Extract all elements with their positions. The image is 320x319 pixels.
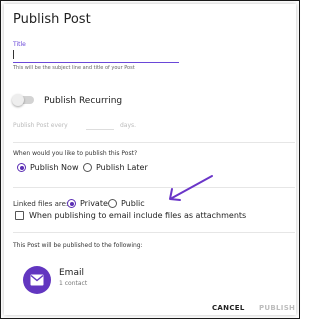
title-helper-text: This will be the subject line and title … [13,65,135,71]
annotation-arrow-icon [169,175,213,201]
public-radio[interactable] [108,199,117,208]
linked-public-option[interactable]: Public [108,199,145,208]
publish-now-label: Publish Now [30,163,79,172]
private-radio[interactable] [67,199,76,208]
divider [13,232,295,233]
private-label: Private [80,199,108,208]
email-channel-avatar [23,266,51,294]
text-caret [13,50,14,59]
cancel-button[interactable]: CANCEL [212,304,245,312]
toggle-knob[interactable] [12,94,24,106]
email-channel-count: 1 contact [59,280,88,287]
divider [13,187,295,188]
publish-recurring-label: Publish Recurring [44,96,123,106]
publish-later-radio[interactable] [83,163,92,172]
publish-later-option[interactable]: Publish Later [83,163,148,172]
days-label: days. [120,122,137,129]
envelope-icon [30,274,44,286]
title-input-underline [13,62,179,63]
publish-every-label: Publish Post every [13,122,68,129]
audience-label: This Post will be published to the follo… [13,242,143,249]
linked-files-label: Linked files are: [13,200,69,208]
screenshot-frame: Publish Post Title This will be the subj… [0,0,300,319]
publish-button[interactable]: PUBLISH [259,304,295,312]
title-input[interactable] [16,50,176,60]
publish-now-radio[interactable] [17,163,26,172]
linked-private-option[interactable]: Private [67,199,108,208]
dialog-title: Publish Post [13,12,91,27]
publish-recurring-toggle[interactable] [12,94,34,106]
title-field-label: Title [13,41,26,48]
public-label: Public [121,199,145,208]
include-attachments-checkbox[interactable] [15,211,24,220]
divider [13,142,295,143]
email-channel-name: Email [59,268,84,278]
publish-later-label: Publish Later [96,163,148,172]
include-attachments-label: When publishing to email include files a… [29,211,247,220]
publish-every-days-input[interactable] [86,120,114,130]
schedule-question: When would you like to publish this Post… [13,150,138,157]
publish-post-dialog: Publish Post Title This will be the subj… [4,4,296,315]
publish-now-option[interactable]: Publish Now [17,163,78,172]
